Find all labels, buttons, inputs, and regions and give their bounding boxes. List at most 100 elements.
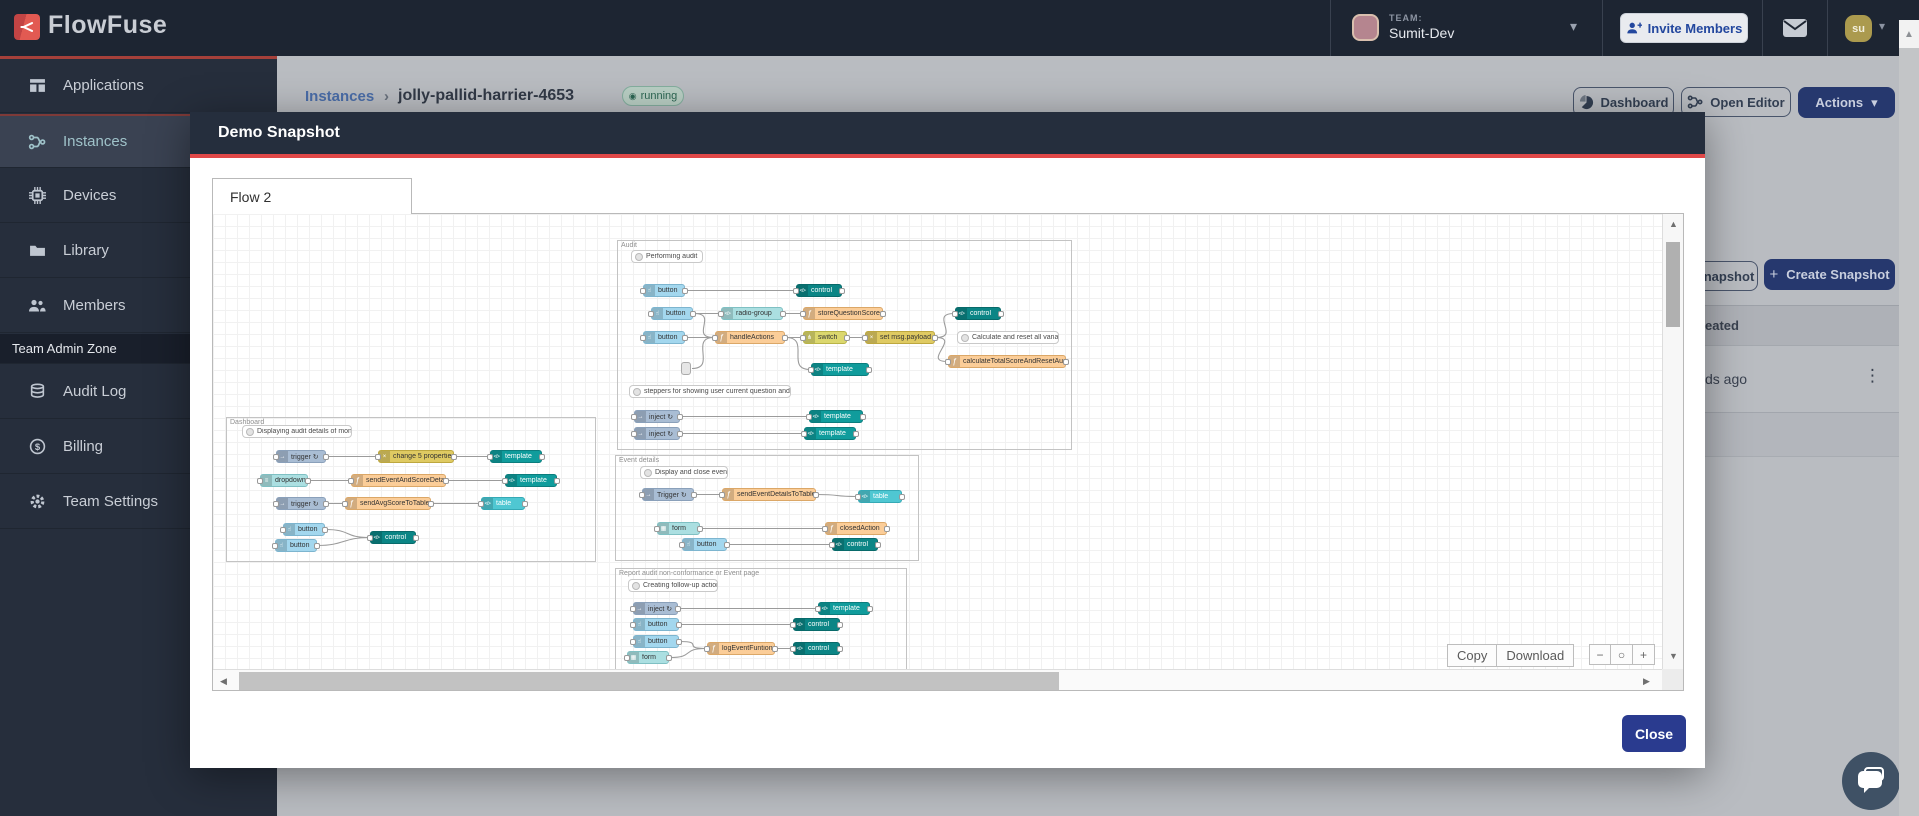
modal-accent-line bbox=[190, 154, 1705, 158]
zoom-reset-button[interactable]: ○ bbox=[1611, 644, 1633, 665]
invite-members-button[interactable]: Invite Members bbox=[1620, 13, 1748, 43]
scroll-up-icon[interactable]: ▲ bbox=[1669, 220, 1678, 229]
flow-node-trigger: → Trigger ↻ bbox=[639, 488, 697, 501]
close-button[interactable]: Close bbox=[1622, 715, 1686, 752]
sidebar-item-applications[interactable]: Applications bbox=[0, 59, 277, 113]
scroll-left-icon[interactable]: ◀ bbox=[220, 677, 227, 686]
flow-node-button: ☝ button bbox=[679, 538, 730, 551]
template-node-icon: </> bbox=[812, 364, 823, 375]
applications-grid-icon bbox=[28, 77, 46, 95]
audit-database-icon bbox=[28, 383, 46, 401]
flow-node-label: Displaying audit details of month bbox=[257, 428, 351, 435]
table-node-icon: </> bbox=[859, 491, 870, 502]
team-label: TEAM: bbox=[1389, 13, 1423, 23]
snapshots-table-header-partial: eated bbox=[1705, 305, 1899, 346]
flow-node-label: trigger ↻ bbox=[291, 500, 319, 508]
app-logo-text[interactable]: FlowFuse bbox=[48, 11, 167, 40]
flow-canvas[interactable]: Audit Dashboard Event details Report audit … bbox=[212, 213, 1684, 691]
flow-node-label: change 5 properties bbox=[393, 453, 453, 460]
control-node-icon: </> bbox=[794, 619, 805, 630]
flow-node-form: ▦ form bbox=[624, 651, 672, 664]
plus-icon: + bbox=[1769, 266, 1779, 283]
button-node-icon: ☝ bbox=[652, 308, 663, 319]
canvas-action-buttons: Copy Download bbox=[1447, 644, 1575, 667]
row-kebab-menu[interactable]: ⋮ bbox=[1864, 366, 1881, 386]
tab-flow-2[interactable]: Flow 2 bbox=[212, 178, 412, 214]
upload-snapshot-button-partial[interactable]: napshot bbox=[1700, 261, 1758, 291]
page-scrollbar[interactable]: ▲ bbox=[1899, 20, 1919, 816]
canvas-horizontal-scrollbar[interactable]: ◀ ▶ bbox=[213, 669, 1662, 690]
running-status-icon: ◉ bbox=[628, 90, 637, 101]
breadcrumb-instances-link[interactable]: Instances bbox=[305, 88, 374, 105]
button-node-icon: ☝ bbox=[644, 332, 655, 343]
flow-node-label: trigger ↻ bbox=[291, 453, 319, 461]
control-node-icon: </> bbox=[794, 643, 805, 654]
mail-icon[interactable] bbox=[1782, 18, 1808, 43]
flow-node-label: radio-group bbox=[736, 310, 772, 317]
template-node-icon: </> bbox=[491, 451, 502, 462]
button-node-icon: ☝ bbox=[634, 636, 645, 647]
flow-node-inject: → inject ↻ bbox=[631, 410, 683, 423]
canvas-vertical-scrollbar[interactable]: ▲ ▼ bbox=[1662, 214, 1683, 669]
comment-node-icon bbox=[246, 428, 254, 436]
function-node-icon: ƒ bbox=[723, 489, 734, 500]
flow-node-label: inject ↻ bbox=[649, 413, 674, 421]
zoom-in-button[interactable]: + bbox=[1633, 644, 1655, 665]
zoom-out-button[interactable]: − bbox=[1589, 644, 1611, 665]
flow-node-label: template bbox=[826, 366, 853, 373]
change-node-icon: × bbox=[866, 332, 877, 343]
horizontal-scroll-thumb[interactable] bbox=[239, 672, 1059, 690]
flow-node-label: control bbox=[811, 287, 833, 294]
comment-node-icon bbox=[635, 253, 643, 261]
flow-node-storequestionscore: ƒ storeQuestionScore bbox=[800, 307, 886, 320]
dropdown-node-icon: ≡ bbox=[261, 475, 272, 486]
flow-node-switch: ⋔ switch bbox=[800, 331, 850, 344]
flow-node-handleactions: ƒ handleActions bbox=[712, 331, 788, 344]
flow-node-label: control bbox=[970, 310, 992, 317]
status-badge-running: ◉ running bbox=[622, 86, 684, 106]
flow-node-table: </> table bbox=[478, 497, 528, 510]
copy-button[interactable]: Copy bbox=[1447, 644, 1498, 667]
page-scroll-up-icon[interactable]: ▲ bbox=[1899, 20, 1919, 48]
flow-node-sendeventdetailstotable: ƒ sendEventDetailsToTable bbox=[719, 488, 819, 501]
flow-group-label: Event details bbox=[619, 457, 660, 464]
inject-node-icon: → bbox=[277, 498, 288, 509]
team-name[interactable]: Sumit-Dev bbox=[1389, 25, 1454, 41]
form-node-icon: ▦ bbox=[628, 652, 639, 663]
flow-node-table: </> table bbox=[855, 490, 905, 503]
snapshots-table-row-band bbox=[1705, 412, 1899, 457]
header-divider bbox=[1602, 0, 1603, 56]
chat-widget-button[interactable] bbox=[1842, 752, 1900, 810]
inject-node-icon: → bbox=[643, 489, 654, 500]
team-chevron-down-icon[interactable]: ▾ bbox=[1570, 18, 1577, 35]
flow-node-form: ▦ form bbox=[654, 522, 703, 535]
team-avatar[interactable] bbox=[1352, 14, 1379, 41]
flowfuse-logo-icon[interactable] bbox=[14, 14, 40, 40]
scroll-down-icon[interactable]: ▼ bbox=[1669, 652, 1678, 661]
flow-node-radio-group: </> radio-group bbox=[718, 307, 786, 320]
actions-chevron-down-icon: ▾ bbox=[1871, 94, 1878, 110]
flow-node-control: </> control bbox=[793, 284, 845, 297]
scroll-right-icon[interactable]: ▶ bbox=[1643, 677, 1650, 686]
flow-node-calculatetotalscoreandresetaudit: ƒ calculateTotalScoreAndResetAudit bbox=[945, 355, 1069, 368]
user-chevron-down-icon[interactable]: ▾ bbox=[1879, 19, 1885, 33]
flow-node-button: ☝ button bbox=[630, 635, 682, 648]
button-node-icon: ☝ bbox=[276, 540, 287, 551]
flow-node-label: inject ↻ bbox=[649, 430, 674, 438]
vertical-scroll-thumb[interactable] bbox=[1666, 242, 1680, 327]
function-node-icon: ƒ bbox=[708, 643, 719, 654]
function-node-icon: ƒ bbox=[949, 356, 960, 367]
comment-node-icon bbox=[644, 469, 652, 477]
demo-snapshot-modal: Demo Snapshot Flow 2 Audit Dashboard Event… bbox=[190, 112, 1705, 768]
settings-gear-icon bbox=[28, 493, 46, 511]
editor-fork-icon bbox=[1687, 95, 1703, 109]
flow-node-inject: → inject ↻ bbox=[630, 602, 681, 615]
flow-node-label: Trigger ↻ bbox=[657, 491, 687, 499]
download-button[interactable]: Download bbox=[1497, 644, 1575, 667]
user-avatar[interactable]: su bbox=[1845, 15, 1872, 42]
inject-node-icon: → bbox=[635, 428, 646, 439]
create-snapshot-button[interactable]: + Create Snapshot bbox=[1764, 259, 1895, 290]
flow-node-template: </> template bbox=[502, 474, 560, 487]
template-node-icon: </> bbox=[506, 475, 517, 486]
actions-button[interactable]: Actions ▾ bbox=[1798, 87, 1895, 118]
